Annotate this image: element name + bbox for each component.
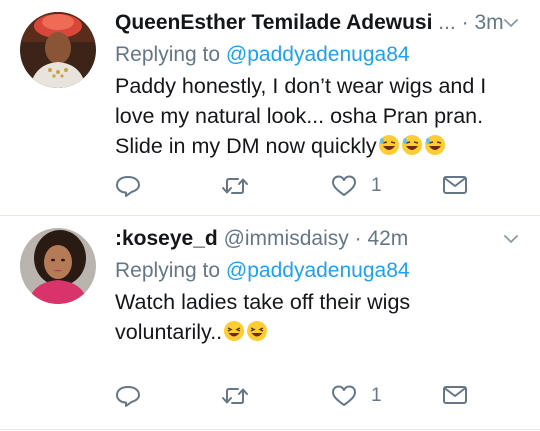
- separator-dot: ·: [461, 11, 469, 34]
- tweet-actions: 1: [115, 384, 475, 410]
- rofl-emoji-icon: [424, 135, 445, 155]
- retweet-icon: [222, 388, 248, 404]
- retweet-icon: [222, 178, 248, 194]
- mention-link[interactable]: @paddyadenuga84: [226, 43, 410, 66]
- tweet-text: Paddy honestly, I don’t wear wigs and I …: [115, 71, 520, 161]
- mention-link[interactable]: @paddyadenuga84: [226, 259, 410, 282]
- heart-icon: [332, 385, 356, 406]
- retweet-button[interactable]: [221, 384, 249, 408]
- replying-to: Replying to @paddyadenuga84: [115, 257, 520, 285]
- display-name[interactable]: QueenEsther Temilade Adewusi: [115, 11, 432, 34]
- avatar[interactable]: [20, 12, 96, 88]
- like-count: 1: [371, 175, 382, 196]
- tweet-1[interactable]: QueenEsther Temilade Adewusi ... · 3m Re…: [0, 0, 540, 216]
- reply-icon: [116, 386, 140, 407]
- chevron-down-icon[interactable]: [502, 14, 520, 32]
- heart-icon: [332, 175, 356, 196]
- tweet-text-line: Slide in my DM now quickly: [115, 134, 377, 158]
- tweet-2[interactable]: :koseye_d @immisdaisy · 42m Replying to …: [0, 216, 540, 430]
- replying-to-label: Replying to: [115, 43, 226, 66]
- avatar[interactable]: [20, 228, 96, 304]
- mail-icon: [443, 386, 467, 404]
- separator-dot: ·: [354, 227, 362, 250]
- timestamp[interactable]: 3m: [474, 11, 503, 34]
- like-button[interactable]: 1: [331, 384, 382, 408]
- laughing-emoji-icon: [224, 321, 245, 341]
- mail-icon: [443, 176, 467, 194]
- reply-icon: [116, 176, 140, 197]
- retweet-button[interactable]: [221, 174, 249, 198]
- display-name[interactable]: :koseye_d: [115, 227, 218, 250]
- tweet-text-line: love my natural look... osha Pran pran.: [115, 104, 484, 128]
- tweet-header: :koseye_d @immisdaisy · 42m: [115, 224, 520, 254]
- like-button[interactable]: 1: [331, 174, 382, 198]
- tweet-actions: 1: [115, 174, 475, 200]
- rofl-emoji-icon: [401, 135, 422, 155]
- tweet-text: Watch ladies take off their wigs volunta…: [115, 287, 520, 347]
- like-count: 1: [371, 385, 382, 406]
- replying-to-label: Replying to: [115, 259, 226, 282]
- replying-to: Replying to @paddyadenuga84: [115, 41, 520, 69]
- direct-message-button[interactable]: [442, 384, 468, 406]
- laughing-emoji-icon: [247, 321, 268, 341]
- reply-button[interactable]: [115, 174, 141, 198]
- chevron-down-icon[interactable]: [502, 230, 520, 248]
- rofl-emoji-icon: [378, 135, 399, 155]
- user-handle[interactable]: @immisdaisy: [224, 227, 349, 250]
- timestamp[interactable]: 42m: [367, 227, 408, 250]
- direct-message-button[interactable]: [442, 174, 468, 196]
- name-ellipsis: ...: [438, 11, 456, 34]
- tweet-text-line: voluntarily..: [115, 320, 223, 344]
- reply-button[interactable]: [115, 384, 141, 408]
- tweet-text-line: Watch ladies take off their wigs: [115, 290, 411, 314]
- tweet-text-line: Paddy honestly, I don’t wear wigs and I: [115, 74, 487, 98]
- tweet-header: QueenEsther Temilade Adewusi ... · 3m: [115, 8, 520, 38]
